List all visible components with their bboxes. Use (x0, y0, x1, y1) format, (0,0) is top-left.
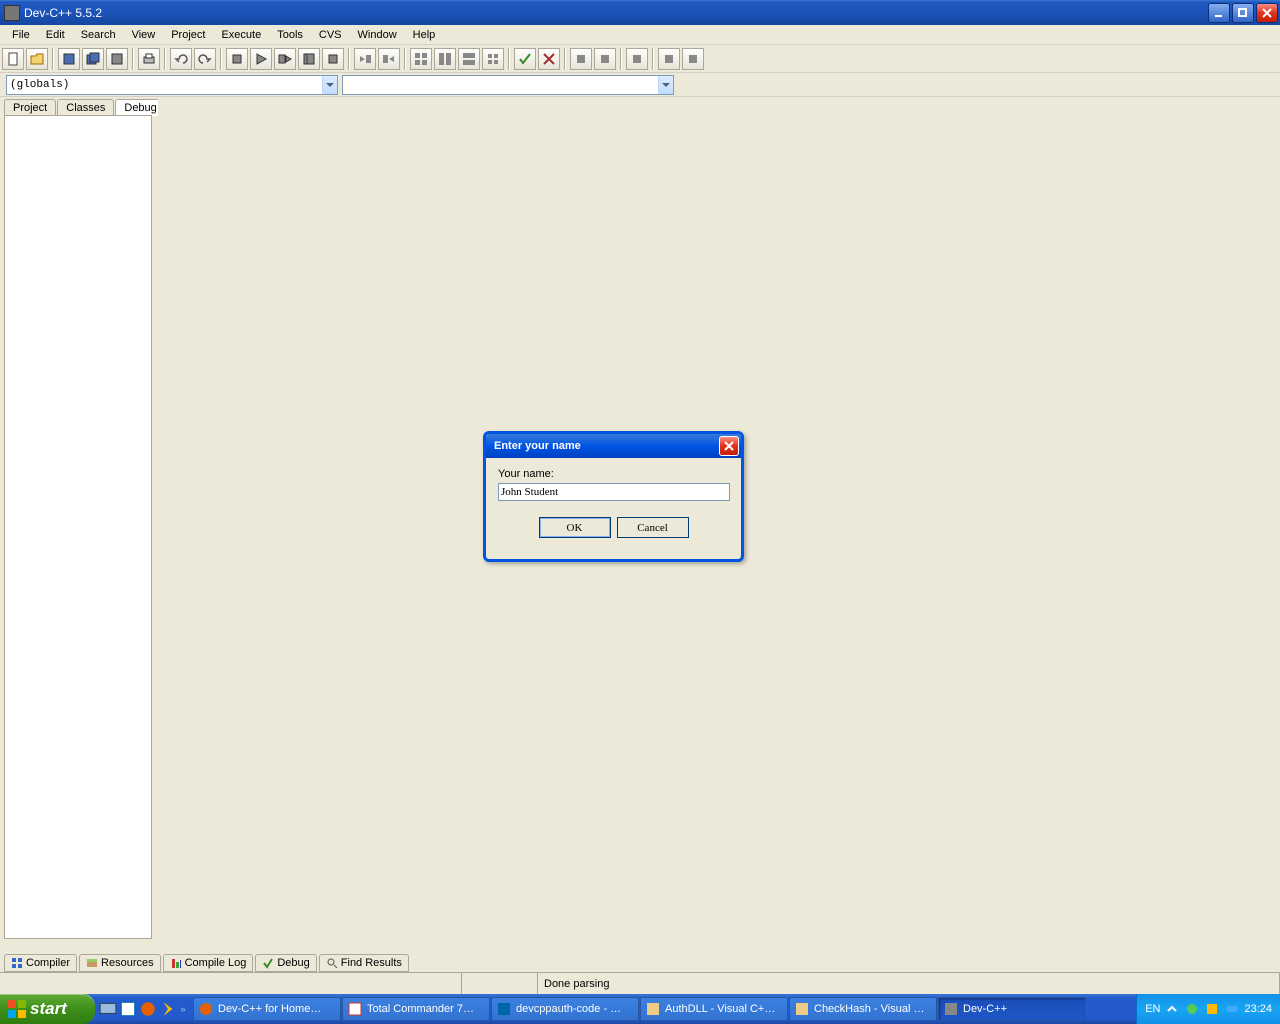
dialog-title: Enter your name (494, 440, 719, 452)
close-button[interactable] (1256, 3, 1278, 23)
name-input[interactable] (498, 483, 730, 501)
globals-value: (globals) (10, 79, 69, 91)
redo-button[interactable] (194, 48, 216, 70)
tab-compiler[interactable]: Compiler (4, 954, 77, 972)
secondary-toolbar: (globals) (0, 73, 1280, 97)
task-item-devcppauth[interactable]: devcppauth-code - … (491, 997, 639, 1021)
save-button[interactable] (58, 48, 80, 70)
minimize-button[interactable] (1208, 3, 1230, 23)
task-item-devcpp-home[interactable]: Dev-C++ for Home… (193, 997, 341, 1021)
task-item-authdll[interactable]: AuthDLL - Visual C+… (640, 997, 788, 1021)
tool-a-button[interactable] (626, 48, 648, 70)
menu-execute[interactable]: Execute (215, 27, 267, 43)
name-dialog: Enter your name Your name: OK Cancel (483, 431, 744, 562)
grid3-button[interactable] (458, 48, 480, 70)
tray-lang[interactable]: EN (1145, 1003, 1160, 1015)
side-tabs: Project Classes Debug (4, 99, 167, 116)
start-label: start (30, 999, 67, 1019)
ql-winamp-icon[interactable] (159, 1000, 177, 1018)
run-button[interactable] (250, 48, 272, 70)
menu-tools[interactable]: Tools (271, 27, 309, 43)
maximize-button[interactable] (1232, 3, 1254, 23)
ql-desktop-icon[interactable] (99, 1000, 117, 1018)
tab-classes[interactable]: Classes (57, 99, 114, 116)
grid2-button[interactable] (434, 48, 456, 70)
rebuild-button[interactable] (298, 48, 320, 70)
menu-edit[interactable]: Edit (40, 27, 71, 43)
statusbar: Done parsing (0, 972, 1280, 994)
start-button[interactable]: start (0, 994, 95, 1024)
undo-button[interactable] (170, 48, 192, 70)
debug-button[interactable] (322, 48, 344, 70)
grid1-button[interactable] (410, 48, 432, 70)
tray-icon-3[interactable] (1224, 1001, 1240, 1017)
tray-icon-1[interactable] (1184, 1001, 1200, 1017)
print-button[interactable] (138, 48, 160, 70)
compile-run-button[interactable] (274, 48, 296, 70)
ql-expand-icon[interactable]: » (179, 1004, 187, 1014)
main-titlebar: Dev-C++ 5.5.2 (0, 0, 1280, 25)
chevron-down-icon (658, 76, 673, 94)
help1-button[interactable] (570, 48, 592, 70)
help2-button[interactable] (594, 48, 616, 70)
compile-button[interactable] (226, 48, 248, 70)
tab-resources[interactable]: Resources (79, 954, 161, 972)
ql-firefox-icon[interactable] (139, 1000, 157, 1018)
tab-debug-bottom[interactable]: Debug (255, 954, 316, 972)
task-items: Dev-C++ for Home… Total Commander 7… dev… (191, 994, 1136, 1024)
grid4-button[interactable] (482, 48, 504, 70)
ql-explorer-icon[interactable] (119, 1000, 137, 1018)
goto-bookmark-button[interactable] (354, 48, 376, 70)
tool-b-button[interactable] (658, 48, 680, 70)
dialog-titlebar[interactable]: Enter your name (486, 434, 741, 458)
globals-dropdown[interactable]: (globals) (6, 75, 338, 95)
taskbar: start » Dev-C++ for Home… Total Commande… (0, 994, 1280, 1024)
tray-icon-2[interactable] (1204, 1001, 1220, 1017)
task-item-checkhash[interactable]: CheckHash - Visual … (789, 997, 937, 1021)
cancel-button[interactable]: Cancel (617, 517, 689, 538)
check-button[interactable] (514, 48, 536, 70)
system-tray: EN 23:24 (1136, 994, 1280, 1024)
tab-project[interactable]: Project (4, 99, 56, 116)
menu-project[interactable]: Project (165, 27, 211, 43)
app-icon (4, 5, 20, 21)
cup-close-button[interactable] (538, 48, 560, 70)
menu-cvs[interactable]: CVS (313, 27, 348, 43)
window-title: Dev-C++ 5.5.2 (24, 6, 1208, 20)
next-bookmark-button[interactable] (378, 48, 400, 70)
new-file-button[interactable] (2, 48, 24, 70)
menu-file[interactable]: File (6, 27, 36, 43)
status-cell-2 (462, 973, 538, 994)
menu-help[interactable]: Help (407, 27, 442, 43)
menubar: File Edit Search View Project Execute To… (0, 25, 1280, 45)
save-as-button[interactable] (106, 48, 128, 70)
name-label: Your name: (498, 468, 729, 480)
tray-arrow-icon[interactable] (1164, 1001, 1180, 1017)
scope-dropdown[interactable] (342, 75, 674, 95)
save-all-button[interactable] (82, 48, 104, 70)
tab-find-results[interactable]: Find Results (319, 954, 409, 972)
menu-search[interactable]: Search (75, 27, 122, 43)
main-toolbar (0, 45, 1280, 73)
ok-button[interactable]: OK (539, 517, 611, 538)
tab-compile-log[interactable]: Compile Log (163, 954, 254, 972)
chevron-down-icon (322, 76, 337, 94)
menu-view[interactable]: View (126, 27, 162, 43)
bottom-tabs: Compiler Resources Compile Log Debug Fin… (4, 954, 411, 972)
dialog-close-button[interactable] (719, 436, 739, 456)
side-panel (4, 115, 152, 939)
task-item-devcpp[interactable]: Dev-C++ (938, 997, 1086, 1021)
open-file-button[interactable] (26, 48, 48, 70)
task-item-totalcmd[interactable]: Total Commander 7… (342, 997, 490, 1021)
status-cell-1 (0, 973, 462, 994)
tray-clock[interactable]: 23:24 (1244, 1003, 1272, 1015)
quick-launch: » (95, 994, 191, 1024)
tool-c-button[interactable] (682, 48, 704, 70)
menu-window[interactable]: Window (352, 27, 403, 43)
status-parsing: Done parsing (538, 973, 1280, 994)
